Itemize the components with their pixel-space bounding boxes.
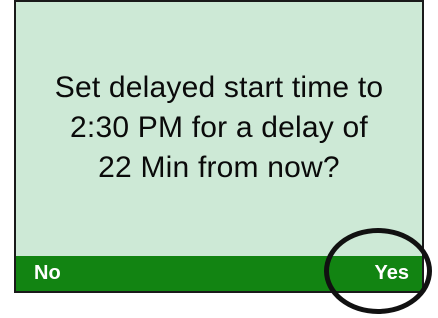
confirm-message-line-1: Set delayed start time to (54, 71, 384, 104)
confirm-message-line-2: 2:30 PM for a delay of (70, 111, 368, 144)
confirm-dialog-screen: Set delayed start time to 2:30 PM for a … (14, 0, 424, 293)
confirm-message: Set delayed start time to 2:30 PM for a … (16, 68, 422, 188)
no-softkey-button[interactable]: No (34, 256, 61, 291)
device-display-stage: Set delayed start time to 2:30 PM for a … (0, 0, 438, 318)
softkey-bar: No Yes (16, 256, 422, 291)
yes-softkey-button[interactable]: Yes (375, 256, 409, 291)
confirm-message-line-3: 22 Min from now? (98, 151, 340, 184)
